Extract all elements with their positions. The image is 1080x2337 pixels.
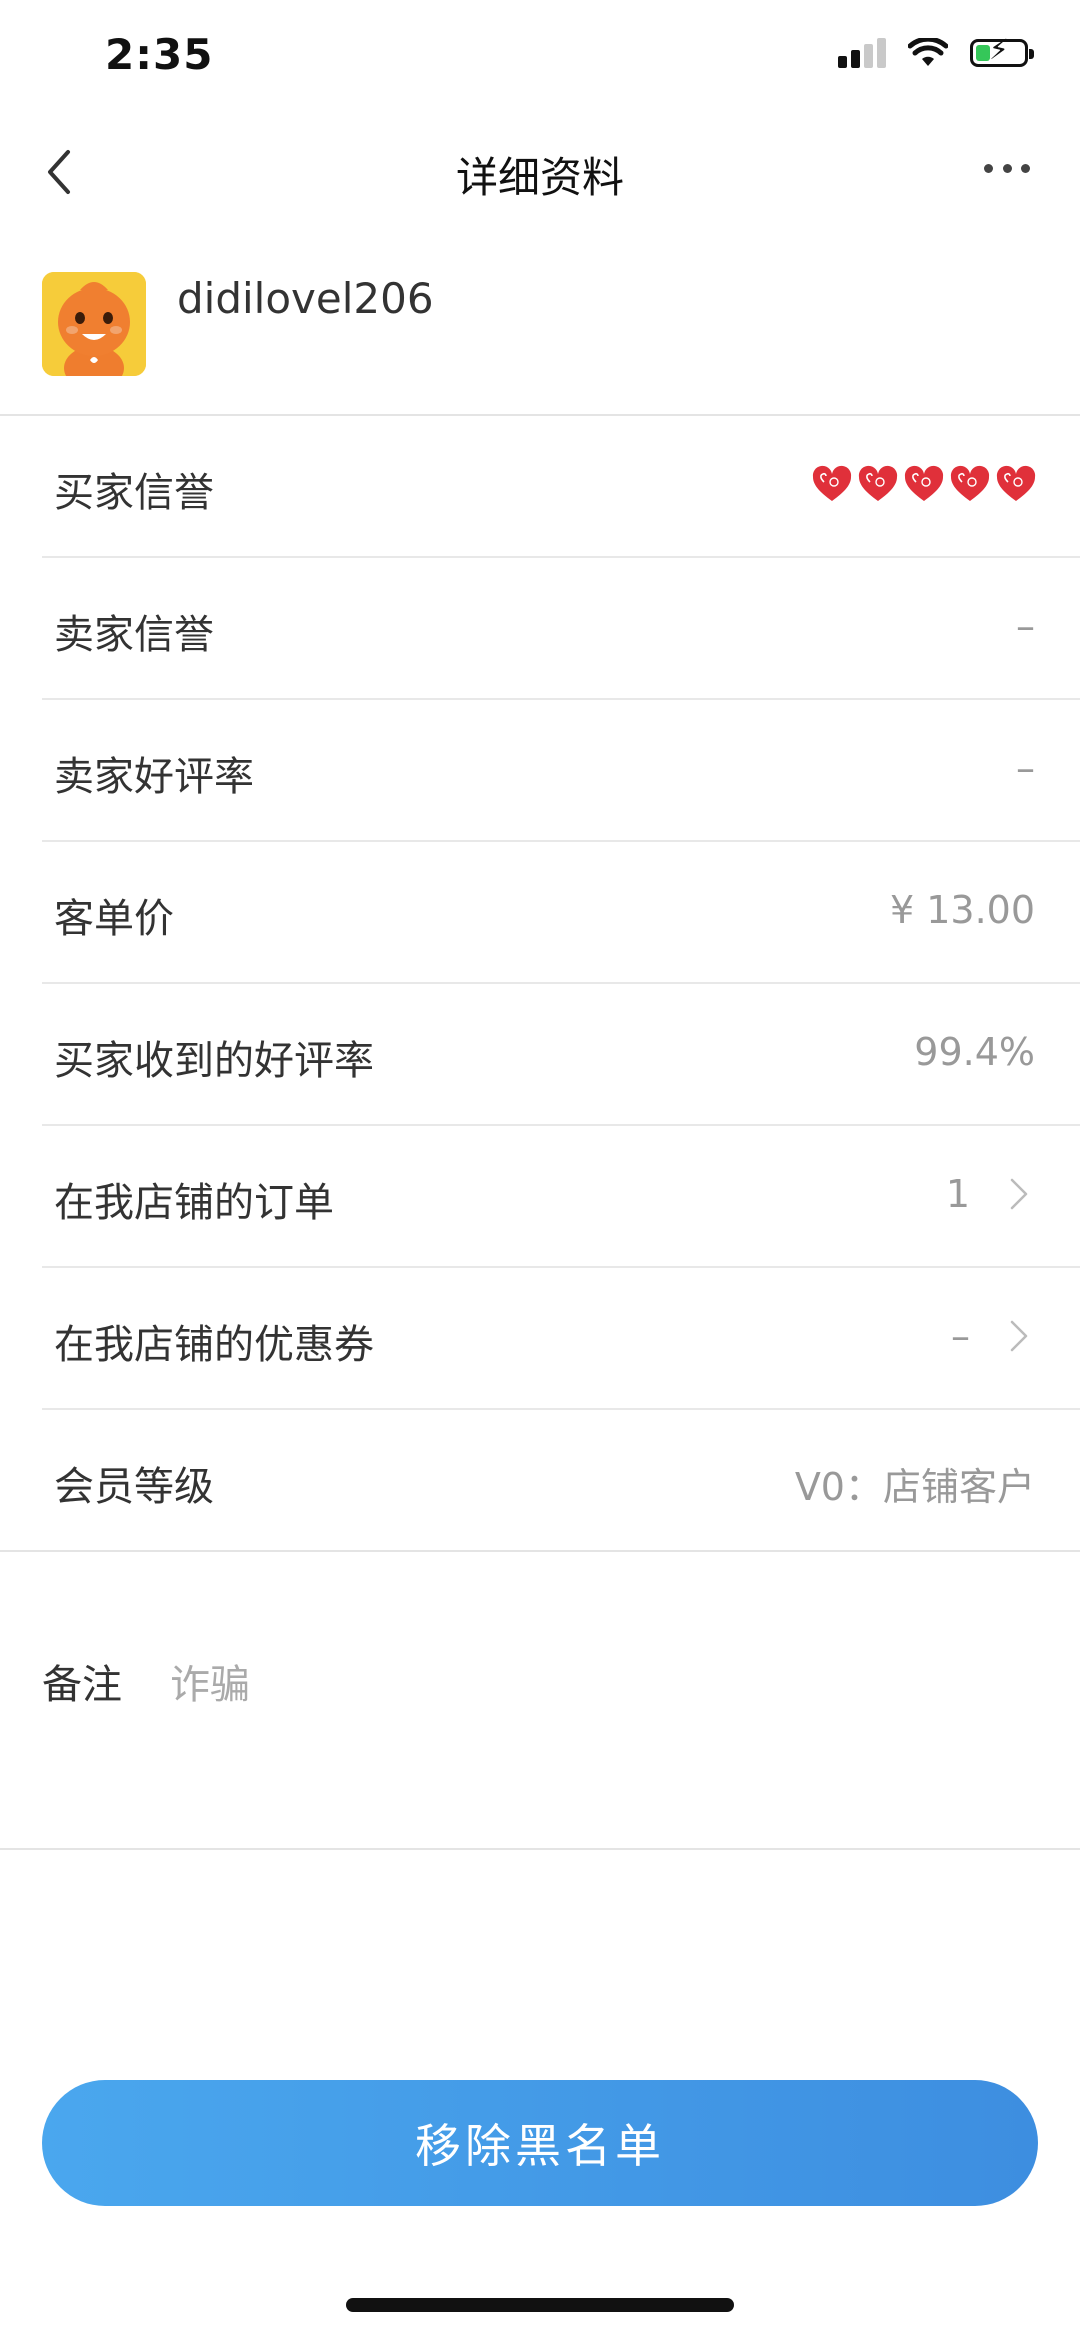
row-label: 会员等级 — [54, 1464, 214, 1510]
battery-icon: ⚡ — [970, 36, 1034, 67]
row-value: 1 — [945, 1172, 970, 1216]
avatar[interactable] — [42, 272, 146, 376]
heart-icon — [904, 465, 944, 501]
row-coupons-in-my-store[interactable]: 在我店铺的优惠券 – — [42, 1268, 1080, 1410]
row-value: V0：店铺客户 — [794, 1465, 1035, 1509]
status-bar: 2:35 ⚡ — [0, 0, 1080, 120]
row-buyer-credit: 买家信誉 — [42, 416, 1080, 558]
row-value: – — [1016, 604, 1035, 648]
row-orders-in-my-store[interactable]: 在我店铺的订单 1 — [42, 1126, 1080, 1268]
row-label: 客单价 — [54, 896, 174, 942]
row-label: 卖家好评率 — [54, 754, 254, 800]
row-buyer-received-positive-rate: 买家收到的好评率 99.4% — [42, 984, 1080, 1126]
more-options-icon[interactable] — [984, 162, 1030, 174]
heart-icon — [950, 465, 990, 501]
nav-bar: 详细资料 — [0, 120, 1080, 220]
chevron-right-icon — [1010, 1320, 1028, 1352]
cellular-signal-icon — [838, 38, 886, 68]
row-value: – — [951, 1314, 970, 1358]
chevron-right-icon — [1010, 1178, 1028, 1210]
username: didilovel206 — [177, 274, 434, 323]
cartoon-mascot-icon — [42, 272, 146, 376]
row-value: 99.4% — [914, 1030, 1035, 1074]
status-time: 2:35 — [105, 30, 214, 79]
row-seller-positive-rate: 卖家好评率 – — [42, 700, 1080, 842]
note-section[interactable]: 备注 诈骗 — [0, 1576, 1080, 1850]
heart-icon — [812, 465, 852, 501]
heart-icon — [996, 465, 1036, 501]
row-label: 买家信誉 — [54, 470, 214, 516]
row-label: 在我店铺的订单 — [54, 1180, 334, 1226]
buyer-credit-hearts — [810, 464, 1038, 504]
row-label: 买家收到的好评率 — [54, 1038, 374, 1084]
wifi-icon — [908, 38, 948, 66]
profile-header[interactable]: didilovel206 — [0, 250, 1080, 416]
status-icons: ⚡ — [838, 36, 1034, 68]
page-title: 详细资料 — [455, 153, 624, 202]
note-field[interactable]: 诈骗 — [170, 1652, 250, 1710]
note-label: 备注 — [42, 1662, 122, 1708]
remove-from-blacklist-button[interactable]: 移除黑名单 — [42, 2080, 1038, 2206]
home-indicator — [346, 2298, 734, 2312]
detail-list: 买家信誉 卖家信誉 – 卖家好评率 – 客单价 ¥ 13.00 买家收到的好评率… — [0, 416, 1080, 1552]
row-value: – — [1016, 746, 1035, 790]
heart-icon — [858, 465, 898, 501]
row-label: 在我店铺的优惠券 — [54, 1322, 374, 1368]
row-member-level: 会员等级 V0：店铺客户 — [0, 1410, 1080, 1552]
row-seller-credit: 卖家信誉 – — [42, 558, 1080, 700]
row-value: ¥ 13.00 — [889, 888, 1035, 932]
row-average-order-price: 客单价 ¥ 13.00 — [42, 842, 1080, 984]
row-label: 卖家信誉 — [54, 612, 214, 658]
